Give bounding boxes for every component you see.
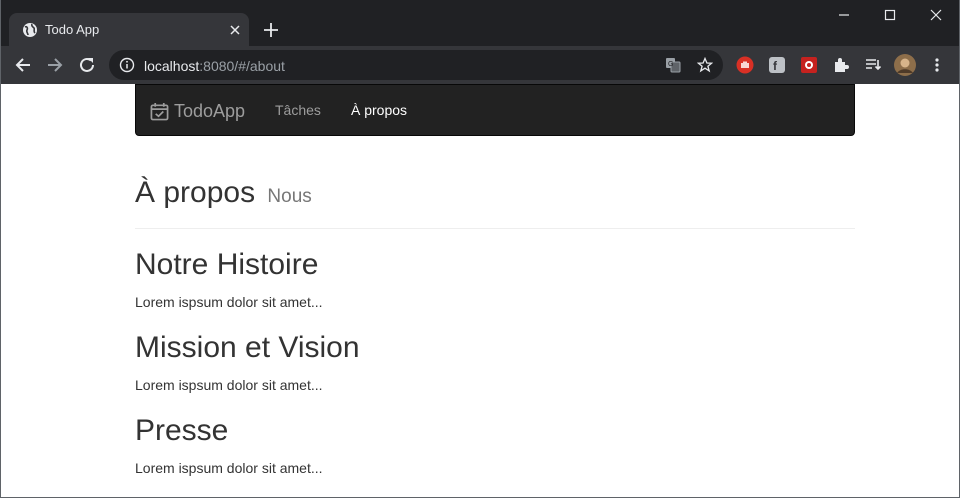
nav-link-taches[interactable]: Tâches (275, 102, 321, 118)
address-bar[interactable]: localhost:8080/#/about G (109, 50, 723, 80)
translate-icon[interactable]: G (665, 57, 681, 73)
section-text-mission: Lorem ispsum dolor sit amet... (135, 377, 323, 393)
nav-link-a-propos[interactable]: À propos (351, 102, 407, 118)
reading-list-icon[interactable] (864, 56, 882, 74)
forward-icon[interactable] (44, 54, 66, 76)
page-title-text: À propos (135, 176, 256, 209)
stop-extension-icon[interactable] (736, 56, 754, 74)
svg-text:G: G (668, 61, 673, 68)
browser-tab[interactable]: Todo App (9, 13, 249, 46)
browser-toolbar: localhost:8080/#/about G f (0, 46, 960, 84)
close-icon[interactable] (227, 22, 243, 38)
window-close-icon[interactable] (927, 6, 945, 24)
url-host: localhost (144, 58, 200, 74)
tab-title: Todo App (45, 22, 100, 37)
page-content: TodoApp Tâches À propos À propos Nous No… (0, 84, 960, 498)
section-text-histoire: Lorem ispsum dolor sit amet... (135, 294, 323, 310)
back-icon[interactable] (12, 54, 34, 76)
page-subtitle: Nous (267, 186, 312, 207)
minimize-icon[interactable] (835, 6, 853, 24)
avatar[interactable] (894, 54, 916, 76)
star-icon[interactable] (697, 57, 713, 73)
puzzle-icon[interactable] (832, 56, 850, 74)
section-title-histoire: Notre Histoire (135, 248, 319, 281)
section-title-mission: Mission et Vision (135, 331, 360, 364)
page-title: À propos Nous (135, 176, 855, 210)
page-header: À propos Nous (135, 176, 855, 229)
url-path: :8080/#/about (199, 58, 285, 74)
info-icon[interactable] (119, 57, 135, 73)
extension-f-icon[interactable]: f (768, 56, 786, 74)
tab-strip: Todo App (0, 0, 960, 46)
section-title-presse: Presse (135, 414, 229, 447)
section-text-presse: Lorem ispsum dolor sit amet... (135, 460, 323, 476)
app-navbar: TodoApp Tâches À propos (135, 84, 855, 136)
menu-icon[interactable] (928, 56, 946, 74)
url-text[interactable]: localhost:8080/#/about (144, 58, 285, 74)
navbar-brand[interactable]: TodoApp (150, 99, 245, 123)
extension-red-icon[interactable] (800, 56, 818, 74)
globe-icon (23, 23, 37, 37)
plus-icon[interactable] (258, 17, 284, 43)
reload-icon[interactable] (76, 54, 98, 76)
maximize-icon[interactable] (881, 6, 899, 24)
calendar-check-icon (150, 102, 169, 120)
brand-label: TodoApp (174, 100, 246, 121)
